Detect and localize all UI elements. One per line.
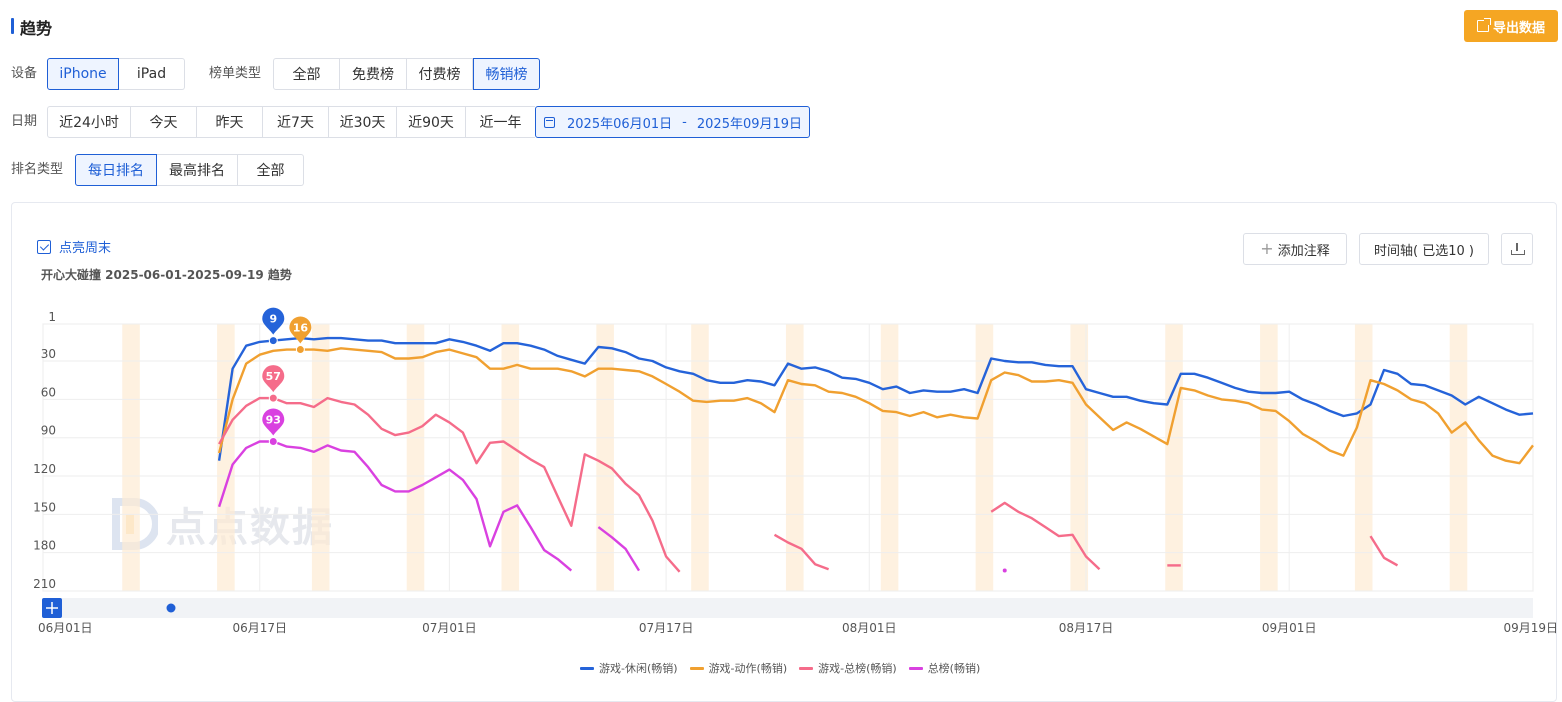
title-accent-bar <box>11 18 14 34</box>
legend-item[interactable]: 游戏-休闲(畅销) <box>580 660 678 676</box>
date-preset-today[interactable]: 今天 <box>131 106 197 138</box>
legend-swatch <box>580 666 594 670</box>
date-range-separator: - <box>682 114 687 130</box>
device-option-iphone[interactable]: iPhone <box>47 58 119 90</box>
date-preset-selector: 近24小时 今天 昨天 近7天 近30天 近90天 近一年 <box>47 106 535 138</box>
download-chart-button[interactable] <box>1501 233 1533 265</box>
chart-type-free[interactable]: 免费榜 <box>340 58 407 90</box>
add-annotation-button[interactable]: + 添加注释 <box>1243 233 1347 265</box>
calendar-icon <box>544 116 555 128</box>
legend-swatch <box>689 666 704 670</box>
device-option-ipad[interactable]: iPad <box>119 58 185 90</box>
rank-type-daily[interactable]: 每日排名 <box>75 154 157 186</box>
date-preset-24h[interactable]: 近24小时 <box>47 106 131 138</box>
rank-type-all[interactable]: 全部 <box>238 154 304 186</box>
rank-type-selector: 每日排名 最高排名 全部 <box>75 154 304 186</box>
legend-label: 总榜(畅销) <box>927 662 981 675</box>
chart-title: 开心大碰撞 2025-06-01-2025-09-19 趋势 <box>41 268 292 282</box>
date-preset-7d[interactable]: 近7天 <box>263 106 329 138</box>
external-link-icon <box>1476 18 1491 32</box>
header: 趋势 导出数据 <box>0 0 1562 52</box>
watermark: 点点数据 <box>110 495 334 553</box>
export-data-button[interactable]: 导出数据 <box>1464 10 1558 42</box>
date-preset-30d[interactable]: 近30天 <box>329 106 397 138</box>
legend-label: 游戏-动作(畅销) <box>708 662 788 675</box>
highlight-weekend-toggle[interactable]: 点亮周末 <box>37 237 111 256</box>
legend-item[interactable]: 游戏-总榜(畅销) <box>799 660 897 676</box>
rank-type-label: 排名类型 <box>11 162 64 177</box>
legend-item[interactable]: 总榜(畅销) <box>908 660 981 676</box>
date-preset-1y[interactable]: 近一年 <box>466 106 535 138</box>
watermark-text: 点点数据 <box>166 505 334 551</box>
rank-type-highest[interactable]: 最高排名 <box>157 154 238 186</box>
legend-label: 游戏-总榜(畅销) <box>818 662 897 675</box>
legend-swatch <box>799 666 814 670</box>
export-data-label: 导出数据 <box>1492 20 1545 36</box>
checkbox-checked-icon <box>37 239 51 254</box>
date-label: 日期 <box>11 114 38 129</box>
add-annotation-label: 添加注释 <box>1277 243 1330 259</box>
download-icon <box>1511 243 1525 255</box>
legend-item[interactable]: 游戏-动作(畅销) <box>689 660 788 676</box>
date-range-start: 2025年06月01日 <box>567 116 673 132</box>
page-title: 趋势 <box>20 19 53 38</box>
date-preset-90d[interactable]: 近90天 <box>397 106 466 138</box>
timeline-button[interactable]: 时间轴( 已选10 ) <box>1359 233 1489 265</box>
legend-label: 游戏-休闲(畅销) <box>599 662 678 675</box>
chart-legend: 游戏-休闲(畅销) 游戏-动作(畅销) 游戏-总榜(畅销) 总榜(畅销) <box>580 660 980 676</box>
chart-type-paid[interactable]: 付费榜 <box>407 58 473 90</box>
timeline-label: 时间轴( 已选10 ) <box>1374 243 1474 259</box>
device-label: 设备 <box>11 66 38 81</box>
date-range-picker[interactable]: 2025年06月01日 - 2025年09月19日 <box>535 106 810 138</box>
watermark-logo-icon <box>112 498 158 550</box>
legend-swatch <box>908 666 923 670</box>
device-selector: iPhone iPad <box>47 58 185 90</box>
date-preset-yesterday[interactable]: 昨天 <box>197 106 263 138</box>
plus-icon: + <box>1260 239 1274 258</box>
highlight-weekend-label: 点亮周末 <box>59 241 112 256</box>
chart-type-label: 榜单类型 <box>209 66 262 81</box>
date-range-end: 2025年09月19日 <box>696 116 803 132</box>
chart-type-selector: 全部 免费榜 付费榜 畅销榜 <box>273 58 540 90</box>
chart-type-all[interactable]: 全部 <box>273 58 340 90</box>
chart-type-grossing[interactable]: 畅销榜 <box>473 58 540 90</box>
